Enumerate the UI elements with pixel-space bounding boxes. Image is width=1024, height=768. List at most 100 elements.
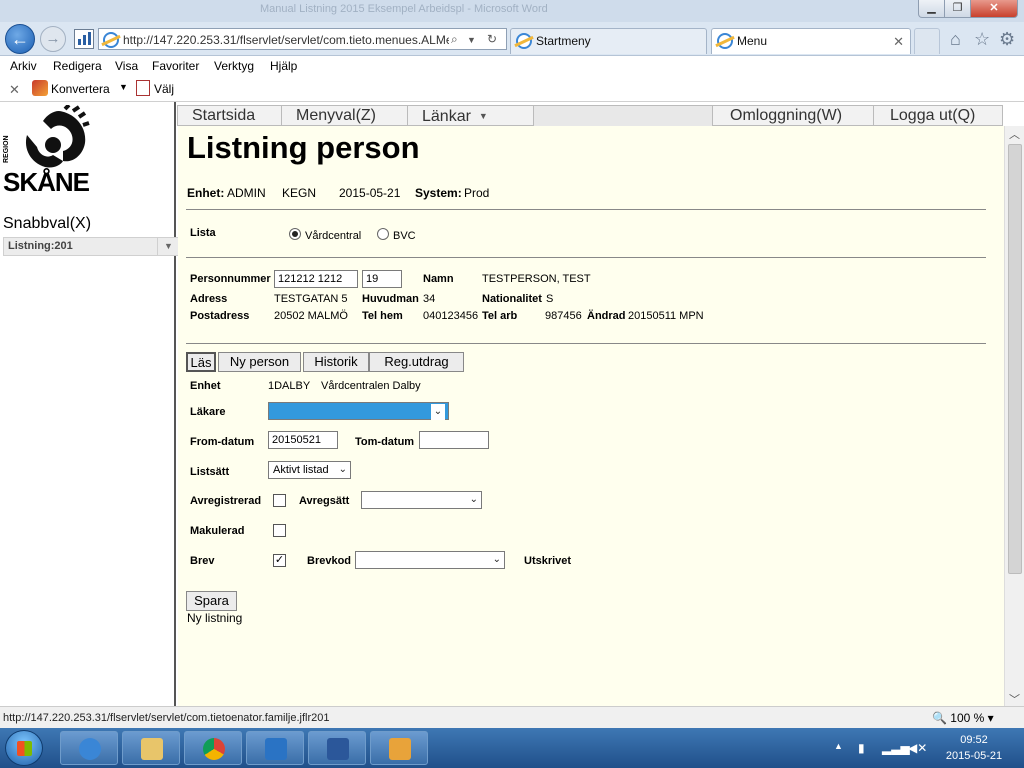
enhet-label: Enhet <box>190 380 221 392</box>
menu-bar: Arkiv Redigera Visa Favoriter Verktyg Hj… <box>0 56 1024 76</box>
menu-visa[interactable]: Visa <box>115 59 138 73</box>
menu-startsida[interactable]: Startsida <box>178 106 282 126</box>
forward-button[interactable]: → <box>40 26 66 52</box>
clock[interactable]: 09:52 2015-05-21 <box>934 732 1014 764</box>
refresh-icon[interactable]: ↻ <box>487 32 497 46</box>
home-icon[interactable]: ⌂ <box>950 29 961 50</box>
favorites-star-icon[interactable]: ☆ <box>974 29 990 50</box>
select-button[interactable]: Välj <box>154 82 174 96</box>
taskbar-word[interactable] <box>308 731 366 765</box>
telhem-value: 040123456 <box>423 310 479 322</box>
ny-person-button[interactable]: Ny person <box>218 352 301 372</box>
tray-expand-icon[interactable]: ▲ <box>834 741 843 751</box>
las-button[interactable]: Läs <box>186 352 216 372</box>
divider <box>186 257 986 258</box>
outlook-icon <box>389 738 411 760</box>
left-panel: REGION SKÅNE Snabbval(X) Listning:201 ▼ <box>0 102 180 706</box>
century-input[interactable]: 19 <box>362 270 402 288</box>
andrad-value: 20150511 MPN <box>628 310 704 322</box>
avregsatt-label: Avregsätt <box>299 495 350 507</box>
spara-button[interactable]: Spara <box>186 591 237 611</box>
clock-date: 2015-05-21 <box>945 750 1003 762</box>
adress-value: TESTGATAN 5 <box>274 293 348 305</box>
radio-vardcentral[interactable] <box>289 228 301 240</box>
snabbval-label: Snabbval(X) <box>3 215 92 232</box>
system-value: Prod <box>464 186 490 200</box>
address-bar[interactable]: http://147.220.253.31/flservlet/servlet/… <box>98 28 507 50</box>
snabbval-select[interactable]: Listning:201 ▼ <box>3 237 180 256</box>
back-button[interactable]: ← <box>5 24 35 54</box>
taskbar-lync[interactable] <box>246 731 304 765</box>
menu-arkiv[interactable]: Arkiv <box>10 59 37 73</box>
menu-menyval[interactable]: Menyval(Z) <box>282 106 408 126</box>
avregistrerad-label: Avregistrerad <box>190 495 262 507</box>
tab-menu[interactable]: Menu ✕ <box>711 28 911 54</box>
compatibility-view-icon[interactable] <box>74 29 94 49</box>
avregistrerad-checkbox[interactable] <box>273 494 286 507</box>
avregsatt-select[interactable]: ⌄ <box>361 491 482 509</box>
web-page: REGION SKÅNE Snabbval(X) Listning:201 ▼ … <box>0 102 1024 706</box>
menu-hjalp[interactable]: Hjälp <box>270 59 297 73</box>
network-icon[interactable]: ▂▃▅ <box>882 741 910 755</box>
window-titlebar: Manual Listning 2015 Eksempel Arbeidspl … <box>0 0 1024 22</box>
menu-verktyg[interactable]: Verktyg <box>214 59 254 73</box>
convert-button[interactable]: Konvertera <box>51 82 110 96</box>
volume-mute-icon[interactable]: ◀✕ <box>908 741 927 755</box>
zoom-level[interactable]: 🔍 100 % ▾ <box>932 711 994 725</box>
makulerad-label: Makulerad <box>190 525 245 537</box>
page-title: Listning person <box>187 130 420 165</box>
from-datum-input[interactable]: 20150521 <box>268 431 338 449</box>
reg-utdrag-button[interactable]: Reg.utdrag <box>369 352 464 372</box>
namn-value: TESTPERSON, TEST <box>482 273 591 285</box>
pdf-convert-icon <box>32 80 48 96</box>
address-url[interactable]: http://147.220.253.31/flservlet/servlet/… <box>123 33 449 47</box>
taskbar-explorer[interactable] <box>122 731 180 765</box>
radio-bvc[interactable] <box>377 228 389 240</box>
minimize-button[interactable]: ▁ <box>918 0 945 18</box>
listsatt-select[interactable]: Aktivt listad ⌄ <box>268 461 351 479</box>
chevron-down-icon[interactable]: ▼ <box>157 238 179 255</box>
scroll-up-icon[interactable]: ︿ <box>1009 126 1020 142</box>
taskbar-internet-explorer[interactable] <box>60 731 118 765</box>
nationalitet-label: Nationalitet <box>482 293 542 305</box>
menu-redigera[interactable]: Redigera <box>53 59 102 73</box>
chevron-down-icon: ⌄ <box>338 464 347 475</box>
brevkod-select[interactable]: ⌄ <box>355 551 505 569</box>
page-scrollbar[interactable]: ︿ ﹀ <box>1004 126 1024 706</box>
menu-lankar[interactable]: Länkar ▼ <box>408 106 533 126</box>
system-label: System: <box>415 186 462 200</box>
taskbar-chrome[interactable] <box>184 731 242 765</box>
new-tab-button[interactable] <box>914 28 940 54</box>
historik-button[interactable]: Historik <box>303 352 369 372</box>
main-content: Listning person Enhet: ADMIN KEGN 2015-0… <box>178 126 1004 706</box>
close-tab-icon[interactable]: ✕ <box>893 34 904 50</box>
personnummer-input[interactable]: 121212 1212 <box>274 270 358 288</box>
tom-datum-input[interactable] <box>419 431 489 449</box>
makulerad-checkbox[interactable] <box>273 524 286 537</box>
menu-menyval-label: Menyval(Z) <box>296 107 377 124</box>
ie-icon <box>103 32 119 48</box>
gear-icon[interactable]: ⚙ <box>999 29 1015 50</box>
telarb-label: Tel arb <box>482 310 518 322</box>
menu-favoriter[interactable]: Favoriter <box>152 59 199 73</box>
taskbar-outlook[interactable] <box>370 731 428 765</box>
tray-app-icon[interactable]: ▮ <box>858 741 865 755</box>
dropdown-arrow-icon[interactable]: ▼ <box>467 35 476 45</box>
brev-checkbox[interactable]: ✓ <box>273 554 286 567</box>
clock-time: 09:52 <box>960 734 988 746</box>
listsatt-value: Aktivt listad <box>273 464 329 476</box>
maximize-button[interactable]: ❐ <box>944 0 971 18</box>
lista-label: Lista <box>190 227 216 239</box>
scroll-thumb[interactable] <box>1008 144 1022 574</box>
menu-omloggning[interactable]: Omloggning(W) <box>712 106 874 126</box>
start-button[interactable] <box>5 730 43 766</box>
close-window-button[interactable]: ✕ <box>970 0 1018 18</box>
convert-dropdown-icon[interactable]: ▼ <box>119 82 128 92</box>
tab-startmeny[interactable]: Startmeny <box>510 28 707 54</box>
close-toolbar-icon[interactable]: ✕ <box>9 82 20 98</box>
menu-logga-ut[interactable]: Logga ut(Q) <box>874 106 1004 126</box>
scroll-down-icon[interactable]: ﹀ <box>1009 691 1020 707</box>
lakare-select[interactable]: ⌄ <box>268 402 449 420</box>
user-code: KEGN <box>282 186 317 200</box>
search-icon[interactable]: ⌕ <box>451 32 458 47</box>
